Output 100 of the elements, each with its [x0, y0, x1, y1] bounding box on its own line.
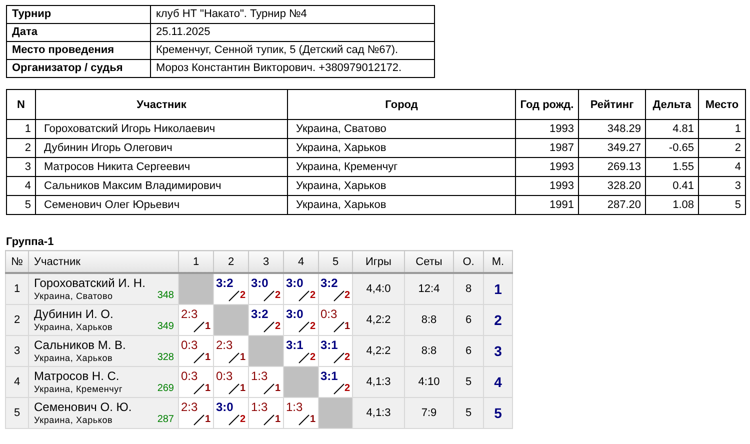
table-cell: 4,2:2	[352, 304, 404, 336]
column-header: 1	[178, 250, 214, 273]
match-points: 1	[240, 352, 246, 364]
column-header: Дельта	[646, 90, 698, 120]
table-cell: 269.13	[578, 158, 646, 176]
slash-icon	[298, 321, 310, 333]
table-cell: 1993	[516, 176, 578, 196]
table-cell: 1993	[516, 120, 578, 138]
info-value: клуб НТ "Накато". Турнир №4	[150, 6, 434, 24]
match-points: 1	[344, 321, 350, 333]
table-cell: 6	[454, 336, 484, 366]
slash-icon	[298, 414, 310, 426]
match-points: 2	[344, 290, 350, 302]
info-value: Мороз Константин Викторович. +380979012172.	[150, 60, 434, 78]
match-score: 2:3	[216, 338, 234, 352]
table-cell: 1	[6, 120, 36, 138]
player-name: Гороховатский И. Н.	[34, 276, 146, 290]
table-cell: 4	[698, 158, 746, 176]
match-points: 1	[275, 414, 281, 426]
match-points: 1	[205, 352, 211, 364]
slash-icon	[228, 383, 240, 395]
table-cell: Украина, Кременчуг	[288, 158, 516, 176]
player-rating: 269	[157, 383, 174, 395]
player-city: Украина, Кременчуг	[34, 383, 123, 395]
match-points: 1	[205, 414, 211, 426]
player-name: Семенович О. Ю.	[34, 400, 133, 414]
match-score: 3:1	[286, 338, 304, 352]
match-score: 3:0	[216, 400, 234, 414]
table-cell: 8:8	[404, 304, 454, 336]
table-cell: 1991	[516, 196, 578, 214]
match-score: 3:2	[251, 307, 270, 321]
table-cell: 287.20	[578, 196, 646, 214]
table-cell: 2	[484, 304, 512, 336]
table-cell: 2	[6, 304, 28, 336]
table-cell: Гороховатский Игорь Николаевич	[36, 120, 288, 138]
table-cell: 1	[698, 120, 746, 138]
slash-icon	[193, 383, 205, 395]
match-score: 3:0	[286, 307, 304, 321]
match-points: 2	[275, 290, 281, 302]
info-label: Место проведения	[6, 42, 150, 60]
match-points: 2	[310, 321, 316, 333]
table-cell: 2	[698, 138, 746, 158]
info-value: 25.11.2025	[150, 24, 434, 42]
slash-icon	[228, 290, 240, 302]
match-points: 2	[240, 414, 246, 426]
table-cell: 4,1:3	[352, 366, 404, 398]
info-value: Кременчуг, Сенной тупик, 5 (Детский сад №67).	[150, 42, 434, 60]
player-city: Украина, Харьков	[34, 352, 113, 364]
column-header: Город	[288, 90, 516, 120]
match-score: 3:2	[216, 276, 234, 290]
player-name: Дубинин И. О.	[34, 307, 114, 321]
match-points: 2	[310, 290, 316, 302]
player-name: Матросов Н. С.	[34, 369, 120, 383]
slash-icon	[263, 321, 275, 333]
table-cell: 4:10	[404, 366, 454, 398]
match-score: 3:2	[320, 276, 339, 290]
table-cell: 5	[6, 196, 36, 214]
match-points: 1	[240, 383, 246, 395]
table-cell: 2	[6, 138, 36, 158]
match-points: 2	[275, 321, 281, 333]
table-cell: Украина, Сватово	[288, 120, 516, 138]
slash-icon	[263, 414, 275, 426]
slash-icon	[228, 414, 240, 426]
table-cell: 5	[6, 398, 28, 428]
table-cell: 1.08	[646, 196, 698, 214]
table-cell: 4.81	[646, 120, 698, 138]
slash-icon	[298, 290, 310, 302]
table-cell: 1	[484, 273, 512, 304]
match-points: 2	[344, 383, 350, 395]
column-header: 2	[214, 250, 248, 273]
table-cell: 5	[484, 398, 512, 428]
column-header: 4	[284, 250, 318, 273]
group-title: Группа-1	[6, 235, 55, 249]
match-score: 1:3	[251, 369, 269, 383]
match-points: 2	[344, 352, 350, 364]
slash-icon	[228, 352, 240, 364]
player-rating: 287	[157, 414, 174, 426]
match-points: 1	[205, 383, 211, 395]
table-cell: Сальников Максим Владимирович	[36, 176, 288, 196]
column-header: Место	[698, 90, 746, 120]
table-cell: 12:4	[404, 273, 454, 304]
column-header: М.	[484, 250, 512, 273]
table-cell: 4,4:0	[352, 273, 404, 304]
info-label: Турнир	[6, 6, 150, 24]
match-points: 2	[310, 352, 316, 364]
table-cell: 1987	[516, 138, 578, 158]
info-label: Организатор / судья	[6, 60, 150, 78]
table-cell: Семенович Олег Юрьевич	[36, 196, 288, 214]
player-city: Украина, Харьков	[34, 321, 113, 333]
table-cell: 3	[484, 336, 512, 366]
table-cell: 4,1:3	[352, 398, 404, 428]
column-header: 3	[248, 250, 284, 273]
info-label: Дата	[6, 24, 150, 42]
match-score: 3:0	[286, 276, 304, 290]
table-cell: Украина, Харьков	[288, 176, 516, 196]
table-cell: 4	[6, 176, 36, 196]
player-rating: 349	[157, 321, 174, 333]
table-cell: 3	[698, 176, 746, 196]
match-points: 1	[275, 383, 281, 395]
table-cell: 3	[6, 336, 28, 366]
